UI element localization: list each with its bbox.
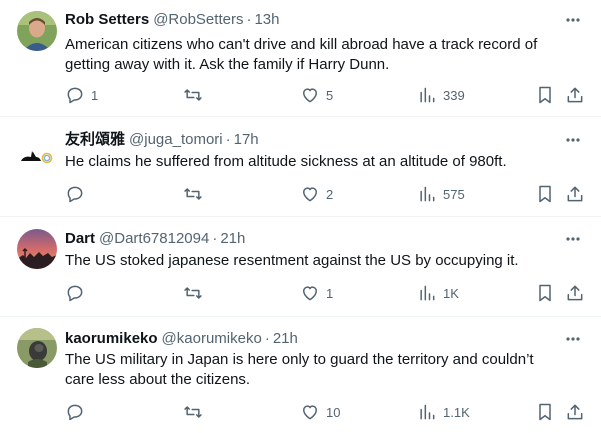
like-count: 10	[326, 404, 341, 420]
separator-dot: ·	[225, 131, 231, 148]
like-button[interactable]: 1	[300, 282, 333, 304]
reply-feed: Rob Setters @RobSetters · 13h American citi…	[0, 0, 601, 433]
reply-button[interactable]	[65, 282, 91, 304]
retweet-button[interactable]	[183, 183, 209, 205]
tweet-header: 友利頌雅 @juga_tomori · 17h	[65, 130, 259, 150]
retweet-button[interactable]	[183, 282, 209, 304]
tweet-text: American citizens who can't drive and ki…	[65, 36, 538, 73]
like-button[interactable]: 2	[300, 183, 333, 205]
views-button[interactable]: 339	[417, 84, 465, 106]
reply-count: 1	[91, 87, 99, 103]
views-count: 1K	[443, 285, 459, 301]
bookmark-button[interactable]	[535, 84, 555, 106]
views-button[interactable]: 1K	[417, 282, 459, 304]
display-name[interactable]: kaorumikeko	[65, 330, 158, 347]
handle[interactable]: @RobSetters	[153, 11, 243, 28]
bookmark-icon	[539, 284, 551, 302]
bookmark-button[interactable]	[535, 282, 555, 304]
more-icon[interactable]	[563, 10, 583, 30]
share-button[interactable]	[565, 282, 585, 304]
tweet[interactable]: Dart @Dart67812094 · 21h The US stoked japa…	[0, 217, 601, 317]
tweet-header: Dart @Dart67812094 · 21h	[65, 229, 245, 249]
tweet[interactable]: 友利頌雅 @juga_tomori · 17h He claims he suffer…	[0, 117, 601, 217]
tweet-text: The US stoked japanese resentment agains…	[65, 252, 519, 269]
views-button[interactable]: 575	[417, 183, 465, 205]
views-icon	[420, 87, 435, 103]
share-icon	[567, 186, 583, 202]
display-name[interactable]: Rob Setters	[65, 11, 149, 28]
display-name[interactable]: Dart	[65, 230, 95, 247]
retweet-icon	[184, 406, 202, 418]
timestamp[interactable]: 21h	[273, 330, 298, 347]
like-button[interactable]: 5	[300, 84, 333, 106]
separator-dot: ·	[264, 330, 270, 347]
views-icon	[420, 285, 435, 301]
share-button[interactable]	[565, 183, 585, 205]
avatar[interactable]	[17, 328, 57, 368]
separator-dot: ·	[212, 230, 218, 247]
views-count: 1.1K	[443, 404, 470, 420]
avatar[interactable]	[17, 229, 57, 269]
reply-icon	[67, 404, 83, 421]
views-icon	[420, 404, 435, 420]
share-icon	[567, 87, 583, 103]
heart-icon	[303, 286, 317, 301]
reply-button[interactable]: 1	[65, 84, 98, 106]
reply-button[interactable]	[65, 401, 91, 423]
separator-dot: ·	[246, 11, 252, 28]
action-bar: 1 5 339	[0, 84, 601, 106]
like-count: 5	[326, 87, 334, 103]
reply-button[interactable]	[65, 183, 91, 205]
share-icon	[567, 404, 583, 420]
tweet-header: kaorumikeko @kaorumikeko · 21h	[65, 329, 298, 349]
handle[interactable]: @Dart67812094	[99, 230, 209, 247]
reply-icon	[67, 186, 83, 203]
bookmark-button[interactable]	[535, 401, 555, 423]
tweet[interactable]: Rob Setters @RobSetters · 13h American citi…	[0, 0, 601, 117]
more-icon[interactable]	[563, 130, 583, 150]
like-count: 2	[326, 186, 334, 202]
avatar[interactable]	[17, 130, 57, 170]
timestamp[interactable]: 13h	[254, 11, 279, 28]
heart-icon	[303, 88, 317, 103]
retweet-icon	[184, 188, 202, 200]
tweet-text: The US military in Japan is here only to…	[65, 351, 534, 388]
views-icon	[420, 186, 435, 202]
action-bar: 1 1K	[0, 282, 601, 304]
more-icon[interactable]	[563, 229, 583, 249]
heart-icon	[303, 187, 317, 202]
heart-icon	[303, 405, 317, 420]
handle[interactable]: @juga_tomori	[129, 131, 223, 148]
retweet-button[interactable]	[183, 401, 209, 423]
retweet-button[interactable]	[183, 84, 209, 106]
tweet-text: He claims he suffered from altitude sick…	[65, 153, 507, 170]
bookmark-button[interactable]	[535, 183, 555, 205]
action-bar: 2 575	[0, 183, 601, 205]
share-icon	[567, 285, 583, 301]
action-bar: 10 1.1K	[0, 401, 601, 423]
tweet-header: Rob Setters @RobSetters · 13h	[65, 10, 279, 30]
bookmark-icon	[539, 185, 551, 203]
like-count: 1	[326, 285, 334, 301]
views-count: 339	[443, 87, 465, 103]
reply-icon	[67, 285, 83, 302]
tweet[interactable]: kaorumikeko @kaorumikeko · 21h The US milit…	[0, 317, 601, 433]
timestamp[interactable]: 21h	[220, 230, 245, 247]
bookmark-icon	[539, 403, 551, 421]
like-button[interactable]: 10	[300, 401, 340, 423]
retweet-icon	[184, 287, 202, 299]
share-button[interactable]	[565, 84, 585, 106]
bookmark-icon	[539, 86, 551, 104]
views-count: 575	[443, 186, 465, 202]
avatar[interactable]	[17, 11, 57, 51]
views-button[interactable]: 1.1K	[417, 401, 470, 423]
reply-icon	[67, 87, 83, 104]
share-button[interactable]	[565, 401, 585, 423]
handle[interactable]: @kaorumikeko	[162, 330, 262, 347]
display-name[interactable]: 友利頌雅	[65, 131, 125, 148]
timestamp[interactable]: 17h	[234, 131, 259, 148]
retweet-icon	[184, 89, 202, 101]
more-icon[interactable]	[563, 329, 583, 349]
